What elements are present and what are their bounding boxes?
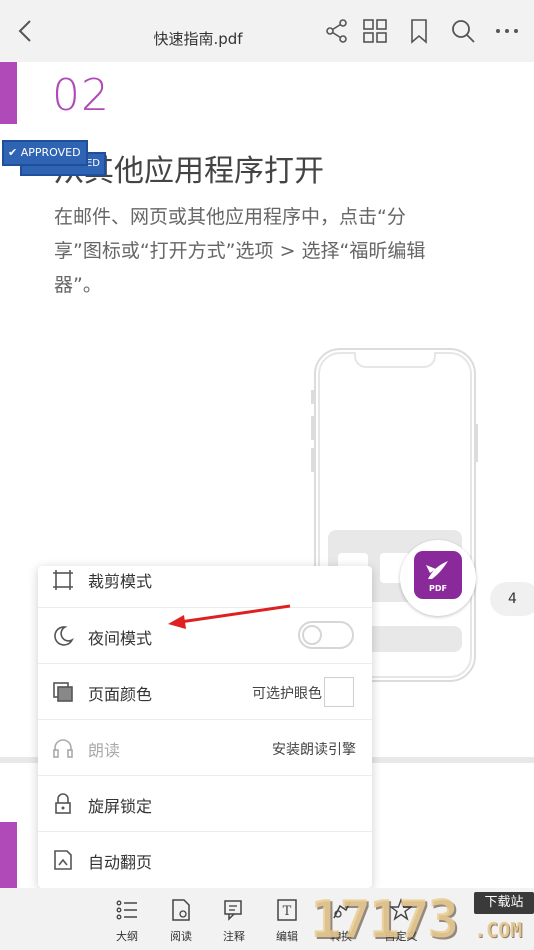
tool-label: 阅读 (170, 930, 192, 943)
menu-label-rotation-lock: 旋屏锁定 (88, 797, 153, 816)
tool-label: 注释 (223, 930, 245, 943)
tool-read[interactable]: 阅读 (161, 888, 201, 950)
section-accent-bar (0, 62, 17, 124)
headphones-icon (53, 739, 73, 758)
bookmark-icon[interactable] (406, 18, 432, 44)
toggle-knob (302, 625, 322, 645)
phone-side-button (475, 424, 478, 462)
menu-item-auto-page[interactable]: 自动翻页 (38, 832, 372, 888)
auto-page-icon (54, 850, 72, 870)
stamp-shadow-text: ED (85, 158, 100, 169)
page-number-badge[interactable]: 4 (490, 582, 534, 616)
svg-text:T: T (283, 904, 292, 919)
outline-icon (116, 900, 137, 920)
phone-notch (354, 352, 436, 368)
edit-icon: T (277, 899, 297, 921)
app-icon-label: PDF (429, 584, 447, 593)
eye-care-color-hint: 可选护眼色 (252, 686, 322, 702)
grid-icon[interactable] (362, 18, 388, 44)
site-watermark: 17173 下载站 .COM (310, 888, 534, 950)
menu-item-rotation-lock[interactable]: 旋屏锁定 (38, 776, 372, 832)
menu-label-night-mode: 夜间模式 (88, 629, 153, 648)
watermark-digits: 17173 (310, 890, 459, 950)
red-arrow-annotation (168, 604, 291, 629)
approved-stamp[interactable]: ✔ APPROVED (2, 140, 88, 166)
section-accent-bar-next (0, 822, 17, 888)
phone-side-button (311, 448, 314, 472)
comment-icon (224, 900, 242, 921)
page-color-swatch[interactable] (324, 677, 354, 707)
moon-icon (54, 626, 74, 646)
section-number: 02 (52, 70, 110, 121)
menu-label-auto-page: 自动翻页 (88, 853, 153, 872)
page-color-icon (53, 682, 73, 702)
more-icon[interactable] (494, 18, 520, 44)
tool-comment[interactable]: 注释 (214, 888, 254, 950)
crop-icon (53, 570, 73, 590)
menu-label-page-color: 页面颜色 (88, 685, 153, 704)
menu-label-read-aloud: 朗读 (88, 741, 121, 760)
watermark-tag: 下载站 (474, 892, 534, 914)
phone-side-button (311, 416, 314, 440)
check-icon: ✔ (8, 146, 18, 159)
search-icon[interactable] (450, 18, 476, 44)
night-mode-toggle[interactable] (298, 621, 354, 649)
tool-label: 编辑 (276, 930, 298, 943)
top-bar: 快速指南.pdf (0, 0, 534, 62)
tool-outline[interactable]: 大纲 (107, 888, 147, 950)
read-icon (172, 899, 190, 921)
menu-label-crop: 裁剪模式 (88, 572, 153, 591)
section-paragraph: 在邮件、网页或其他应用程序中，点击“分享”图标或“打开方式”选项 > 选择“福昕… (54, 206, 426, 296)
install-tts-engine-link[interactable]: 安装朗读引擎 (272, 739, 356, 759)
tool-label: 大纲 (116, 930, 138, 943)
watermark-com: .COM (474, 918, 523, 942)
tool-edit[interactable]: T 编辑 (267, 888, 307, 950)
foxit-logo-icon (426, 561, 448, 579)
menu-item-read-aloud[interactable]: 朗读 安装朗读引擎 (38, 720, 372, 776)
phone-side-button (311, 390, 314, 404)
menu-item-page-color[interactable]: 页面颜色 可选护眼色 (38, 664, 372, 720)
foxit-app-icon: PDF (414, 551, 462, 599)
lock-icon (55, 793, 71, 814)
share-icon[interactable] (324, 18, 350, 44)
stamp-text: APPROVED (20, 146, 81, 159)
